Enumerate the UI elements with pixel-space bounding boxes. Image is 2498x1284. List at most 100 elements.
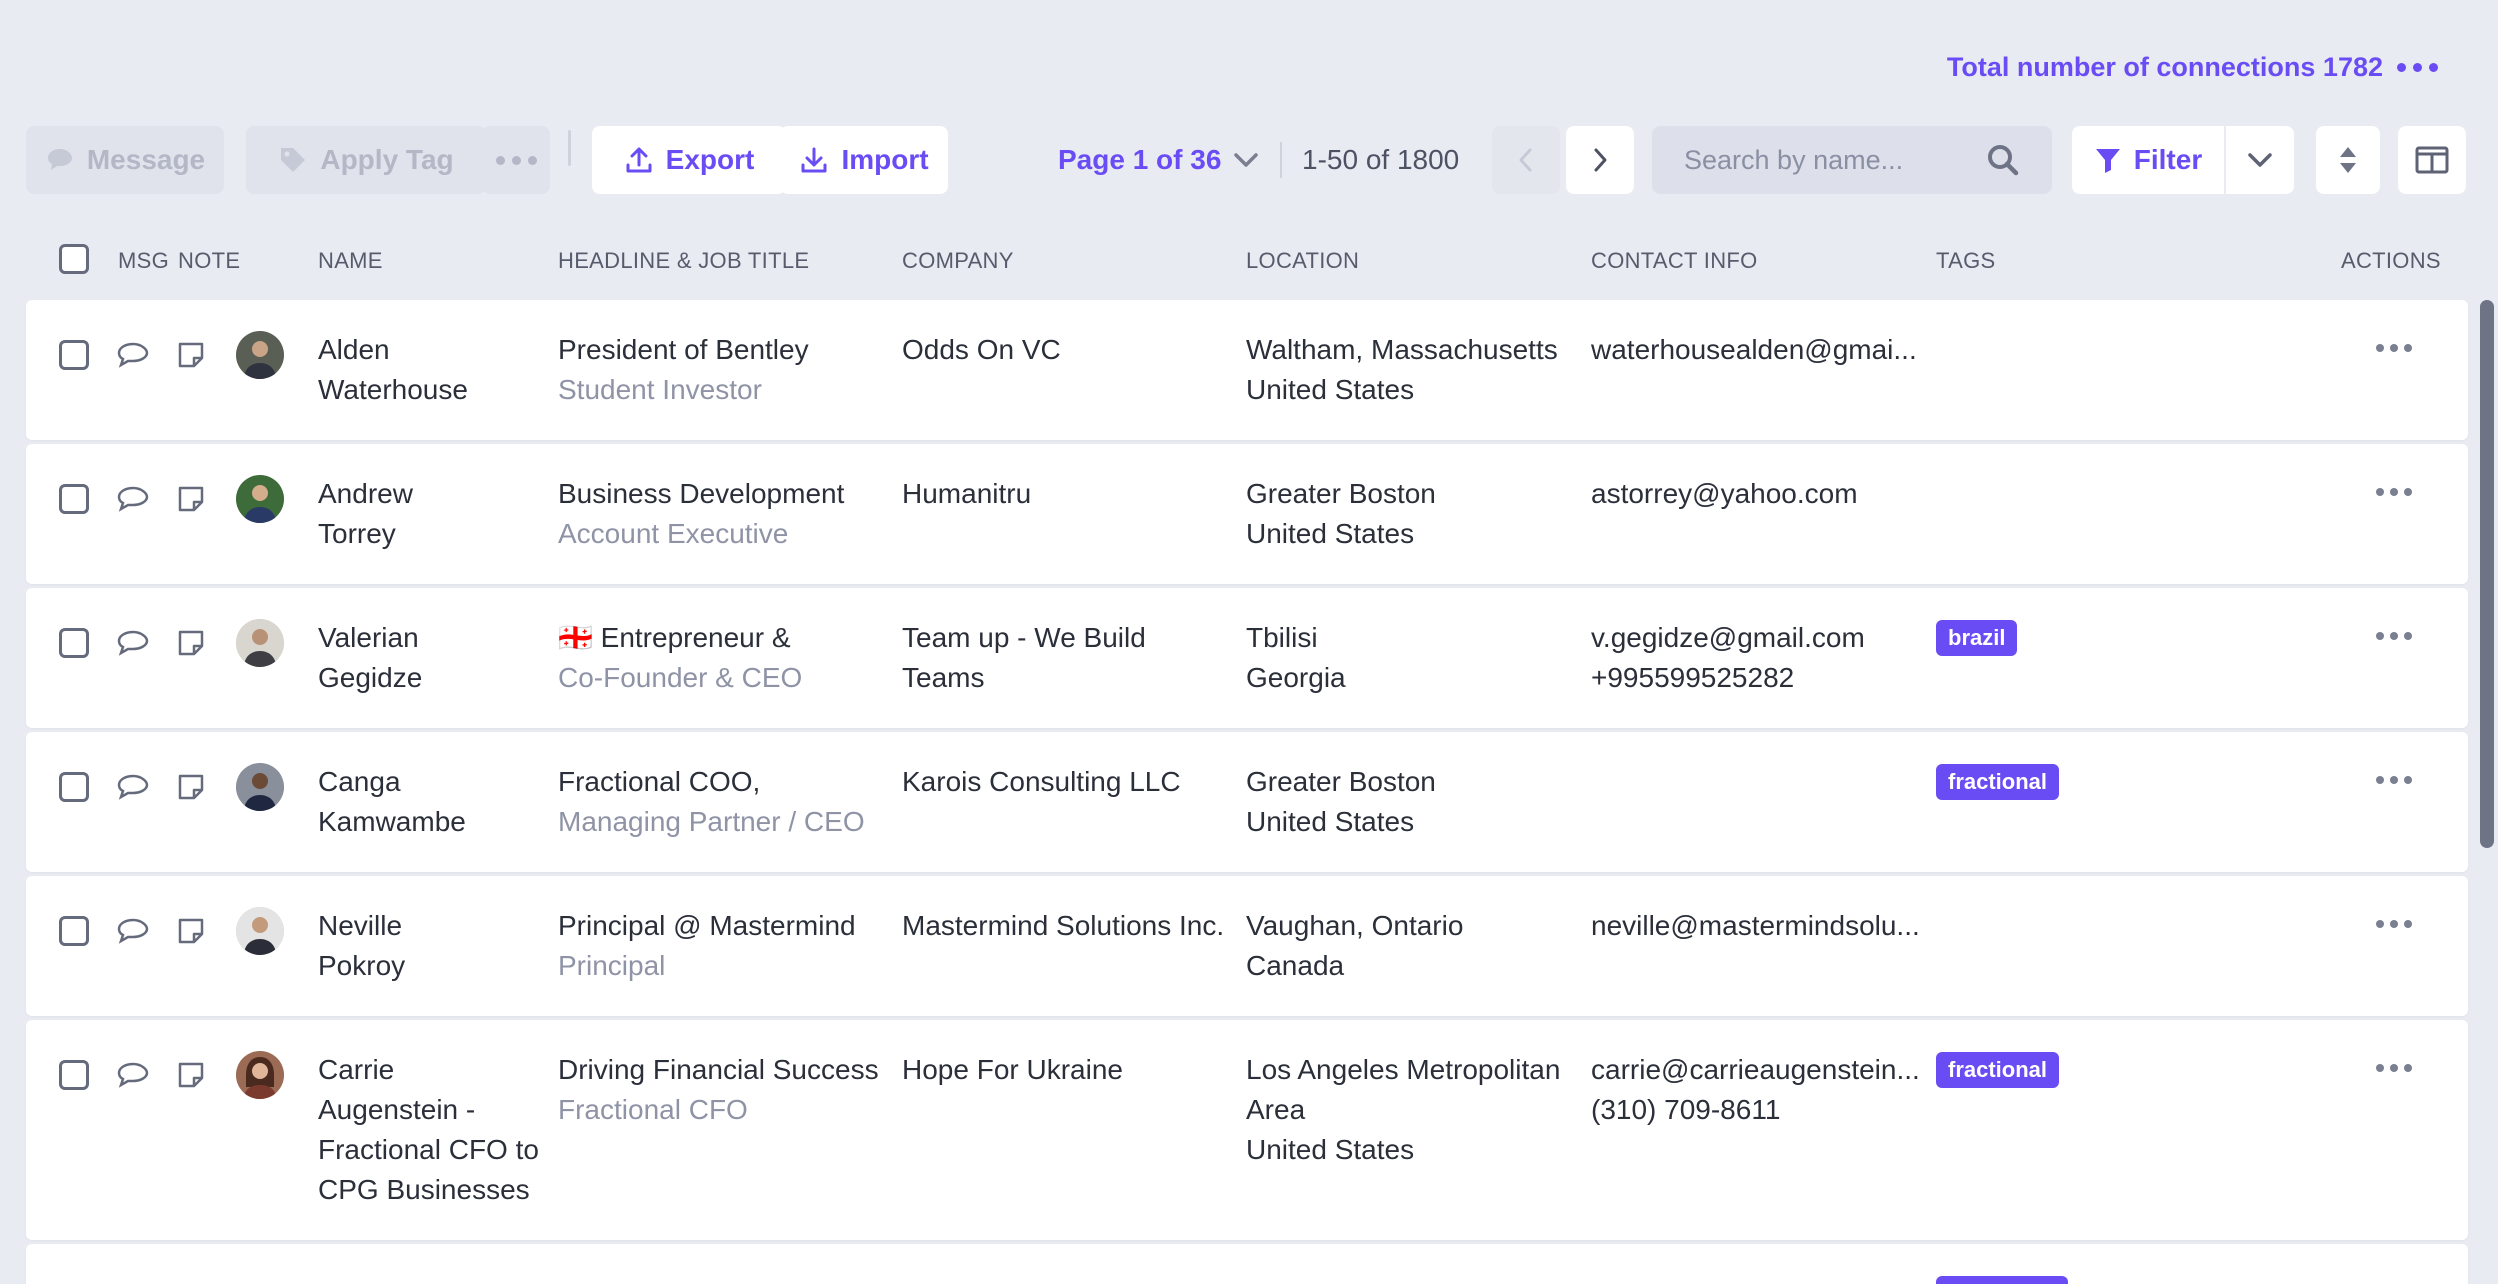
column-headline[interactable]: HEADLINE & JOB TITLE	[558, 248, 809, 274]
sort-icon	[2340, 147, 2356, 173]
chevron-down-icon	[2248, 153, 2272, 167]
note-icon[interactable]	[176, 484, 206, 514]
contact-name[interactable]: Carrie Augenstein - Fractional CFO to CPG …	[318, 1050, 539, 1210]
table-row[interactable]: Carrie Augenstein - Fractional CFO to CPG …	[26, 1020, 2468, 1240]
table-row[interactable]: Alden Waterhouse President of Bentley Stud…	[26, 300, 2468, 440]
chevron-left-icon	[1519, 148, 1532, 172]
row-checkbox[interactable]	[59, 628, 89, 658]
more-actions-button[interactable]	[482, 126, 550, 194]
toolbar-divider	[568, 130, 571, 166]
column-location[interactable]: LOCATION	[1246, 248, 1359, 274]
apply-tag-label: Apply Tag	[320, 144, 454, 175]
headline: Principal @ Mastermind Principal	[558, 910, 856, 981]
scrollbar[interactable]	[2480, 300, 2494, 848]
import-label: Import	[841, 144, 929, 175]
page-selector[interactable]: Page 1 of 36	[1058, 126, 1259, 194]
avatar	[236, 907, 284, 955]
filter-label: Filter	[2133, 144, 2203, 175]
table-row[interactable]: Neville Pokroy Principal @ Mastermind Prin…	[26, 876, 2468, 1016]
filter-icon	[2095, 149, 2120, 173]
company: Team up - We Build Teams	[902, 622, 1146, 693]
chat-bubble-icon	[47, 149, 72, 170]
tag-icon	[281, 148, 306, 172]
company: Odds On VC	[902, 334, 1061, 365]
location: Tbilisi Georgia	[1246, 622, 1346, 693]
export-button[interactable]: Export	[592, 126, 786, 194]
message-icon[interactable]	[116, 916, 150, 946]
row-actions-icon[interactable]	[2376, 920, 2412, 928]
company: Karois Consulting LLC	[902, 766, 1181, 797]
row-checkbox[interactable]	[59, 916, 89, 946]
note-icon[interactable]	[176, 916, 206, 946]
message-icon[interactable]	[116, 1060, 150, 1090]
contact-name[interactable]: Canga Kamwambe	[318, 762, 466, 842]
tag-badge[interactable]: fractional	[1936, 764, 2060, 800]
avatar	[236, 1051, 284, 1099]
row-checkbox[interactable]	[59, 484, 89, 514]
select-all-checkbox[interactable]	[59, 244, 89, 274]
headline: President of Bentley Student Investor	[558, 334, 809, 405]
headline: Business Development Account Executive	[558, 478, 845, 549]
note-icon[interactable]	[176, 1060, 206, 1090]
company: Mastermind Solutions Inc.	[902, 910, 1225, 941]
avatar	[236, 763, 284, 811]
row-actions-icon[interactable]	[2376, 488, 2412, 496]
filter-button[interactable]: Filter	[2072, 126, 2224, 194]
company: Hope For Ukraine	[902, 1054, 1123, 1085]
contact-name[interactable]: Valerian Gegidze	[318, 618, 422, 698]
import-button[interactable]: Import	[780, 126, 948, 194]
note-icon[interactable]	[176, 772, 206, 802]
column-contact[interactable]: CONTACT INFO	[1591, 248, 1758, 274]
message-icon[interactable]	[116, 772, 150, 802]
contact-name[interactable]: Andrew Torrey	[318, 474, 413, 554]
avatar	[236, 619, 284, 667]
row-actions-icon[interactable]	[2376, 1064, 2412, 1072]
column-tags[interactable]: TAGS	[1936, 248, 1995, 274]
table-row[interactable]	[26, 1244, 2468, 1284]
more-options-icon[interactable]	[2397, 63, 2438, 72]
column-actions: ACTIONS	[2341, 248, 2441, 273]
message-button[interactable]: Message	[26, 126, 224, 194]
row-checkbox[interactable]	[59, 772, 89, 802]
filter-dropdown-button[interactable]	[2226, 126, 2294, 194]
contact-name[interactable]: Alden Waterhouse	[318, 330, 468, 410]
row-checkbox[interactable]	[59, 1060, 89, 1090]
avatar	[236, 331, 284, 379]
tag-badge[interactable]	[1936, 1276, 2068, 1284]
contact-info: v.gegidze@gmail.com +995599525282	[1591, 622, 1865, 693]
column-msg: MSG	[118, 248, 170, 273]
row-checkbox[interactable]	[59, 340, 89, 370]
row-actions-icon[interactable]	[2376, 344, 2412, 352]
message-label: Message	[86, 144, 206, 175]
apply-tag-button[interactable]: Apply Tag	[246, 126, 486, 194]
row-actions-icon[interactable]	[2376, 776, 2412, 784]
sort-button[interactable]	[2316, 126, 2380, 194]
location: Los Angeles Metropolitan Area United State…	[1246, 1054, 1561, 1165]
chevron-down-icon	[1234, 153, 1259, 167]
column-company[interactable]: COMPANY	[902, 248, 1014, 274]
table-row[interactable]: Canga Kamwambe Fractional COO, Managing Pa…	[26, 732, 2468, 872]
location: Waltham, Massachusetts United States	[1246, 334, 1558, 405]
tag-badge[interactable]: fractional	[1936, 1052, 2060, 1088]
next-page-button[interactable]	[1566, 126, 1634, 194]
columns-layout-button[interactable]	[2398, 126, 2466, 194]
avatar	[236, 475, 284, 523]
headline: 🇬🇪 Entrepreneur & Co-Founder & CEO	[558, 622, 803, 693]
company: Humanitru	[902, 478, 1032, 509]
prev-page-button[interactable]	[1492, 126, 1560, 194]
search-input[interactable]	[1684, 144, 1984, 176]
note-icon[interactable]	[176, 628, 206, 658]
message-icon[interactable]	[116, 628, 150, 658]
tag-badge[interactable]: brazil	[1936, 620, 2018, 656]
table-row[interactable]: Andrew Torrey Business Development Account…	[26, 444, 2468, 584]
message-icon[interactable]	[116, 340, 150, 370]
search-icon[interactable]	[1986, 143, 2020, 177]
contact-name[interactable]: Neville Pokroy	[318, 906, 405, 986]
row-actions-icon[interactable]	[2376, 632, 2412, 640]
upload-icon	[626, 147, 652, 173]
note-icon[interactable]	[176, 340, 206, 370]
message-icon[interactable]	[116, 484, 150, 514]
export-label: Export	[665, 144, 755, 175]
column-name[interactable]: NAME	[318, 248, 383, 274]
table-row[interactable]: Valerian Gegidze 🇬🇪 Entrepreneur & Co-Foun…	[26, 588, 2468, 728]
